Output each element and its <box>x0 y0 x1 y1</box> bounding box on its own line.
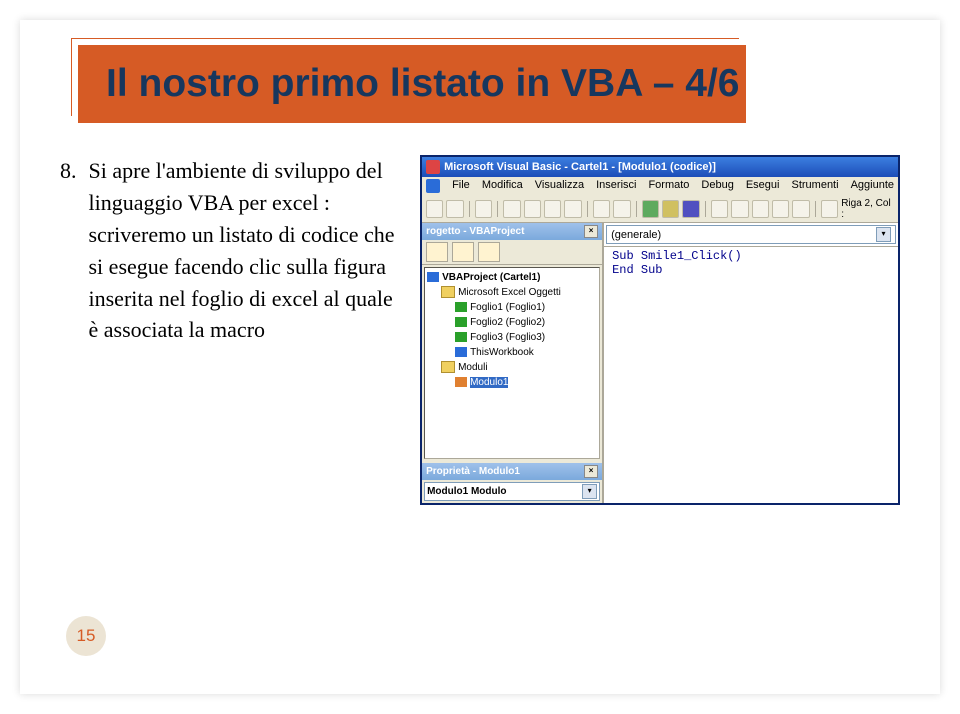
tree-workbook[interactable]: ThisWorkbook <box>470 347 534 358</box>
toggle-folders-btn[interactable] <box>478 242 500 262</box>
vbe-window-title: Microsoft Visual Basic - Cartel1 - [Modu… <box>444 161 716 173</box>
module-icon <box>455 377 467 387</box>
toolbar-separator <box>497 201 498 217</box>
workbook-icon <box>455 347 467 357</box>
tree-root[interactable]: VBAProject (Cartel1) <box>442 272 540 283</box>
menu-addins[interactable]: Aggiunte <box>851 179 894 193</box>
tree-sheet3[interactable]: Foglio3 (Foglio3) <box>470 332 545 343</box>
tree-sheet1[interactable]: Foglio1 (Foglio1) <box>470 302 545 313</box>
toolbar-btn-reset[interactable] <box>682 200 699 218</box>
tree-module1[interactable]: Modulo1 <box>470 377 508 388</box>
chevron-down-icon: ▾ <box>582 484 597 499</box>
toolbar-separator <box>636 201 637 217</box>
toolbar-btn-paste[interactable] <box>544 200 561 218</box>
toolbar-btn-cut[interactable] <box>503 200 520 218</box>
menu-format[interactable]: Formato <box>648 179 689 193</box>
menu-view[interactable]: Visualizza <box>535 179 584 193</box>
vb-icon <box>426 160 440 174</box>
code-editor[interactable]: Sub Smile1_Click() End Sub <box>604 247 898 503</box>
properties-title: Proprietà - Modulo1 <box>426 466 520 477</box>
panel-close-icon[interactable]: × <box>584 465 598 478</box>
panel-close-icon[interactable]: × <box>584 225 598 238</box>
code-object-value: (generale) <box>611 229 661 241</box>
code-line-3: End Sub <box>612 263 890 277</box>
project-explorer-title: rogetto - VBAProject <box>426 226 524 237</box>
toolbar-btn-toolbox[interactable] <box>792 200 809 218</box>
toolbar-separator <box>469 201 470 217</box>
sheet-icon <box>455 332 467 342</box>
toolbar-btn-find[interactable] <box>564 200 581 218</box>
sheet-icon <box>455 302 467 312</box>
vbe-toolbar: Riga 2, Col : <box>422 196 898 223</box>
toolbar-btn-break[interactable] <box>662 200 679 218</box>
vbe-menubar: File Modifica Visualizza Inserisci Forma… <box>422 177 898 196</box>
chevron-down-icon: ▾ <box>876 227 891 242</box>
toolbar-btn-view[interactable] <box>426 200 443 218</box>
code-object-dropdown[interactable]: (generale) ▾ <box>606 225 896 244</box>
menu-run[interactable]: Esegui <box>746 179 780 193</box>
menu-edit[interactable]: Modifica <box>482 179 523 193</box>
toolbar-btn-run[interactable] <box>642 200 659 218</box>
toolbar-btn-redo[interactable] <box>613 200 630 218</box>
sheet-icon <box>455 317 467 327</box>
menu-file[interactable]: File <box>452 179 470 193</box>
toolbar-btn-save[interactable] <box>475 200 492 218</box>
cursor-position: Riga 2, Col : <box>841 198 894 220</box>
toolbar-btn-browser[interactable] <box>772 200 789 218</box>
tree-folder-excel[interactable]: Microsoft Excel Oggetti <box>458 287 561 298</box>
project-tree: VBAProject (Cartel1) Microsoft Excel Ogg… <box>424 267 600 459</box>
slide-title: Il nostro primo listato in VBA – 4/6 <box>106 62 739 106</box>
toolbar-btn-properties[interactable] <box>752 200 769 218</box>
menu-debug[interactable]: Debug <box>701 179 733 193</box>
view-code-btn[interactable] <box>426 242 448 262</box>
slide-body-text: 8. Si apre l'ambiente di sviluppo del li… <box>60 155 420 634</box>
toolbar-btn-insert[interactable] <box>446 200 463 218</box>
toolbar-btn-project[interactable] <box>731 200 748 218</box>
vbe-window: Microsoft Visual Basic - Cartel1 - [Modu… <box>420 155 900 505</box>
toolbar-btn-help[interactable] <box>821 200 838 218</box>
properties-object-dropdown[interactable]: Modulo1 Modulo ▾ <box>424 482 600 501</box>
tree-sheet2[interactable]: Foglio2 (Foglio2) <box>470 317 545 328</box>
bullet-text: Si apre l'ambiente di sviluppo del lingu… <box>89 155 401 346</box>
menu-insert[interactable]: Inserisci <box>596 179 636 193</box>
slide-title-box: Il nostro primo listato in VBA – 4/6 <box>78 45 746 123</box>
folder-icon <box>441 361 455 373</box>
toolbar-btn-design[interactable] <box>711 200 728 218</box>
bullet-number: 8. <box>60 155 77 346</box>
toolbar-btn-undo[interactable] <box>593 200 610 218</box>
toolbar-separator <box>705 201 706 217</box>
toolbar-btn-copy[interactable] <box>524 200 541 218</box>
project-icon <box>427 272 439 282</box>
toolbar-separator <box>815 201 816 217</box>
tree-folder-modules[interactable]: Moduli <box>458 362 487 373</box>
project-explorer-header: rogetto - VBAProject × <box>422 223 602 240</box>
menu-tools[interactable]: Strumenti <box>791 179 838 193</box>
properties-header: Proprietà - Modulo1 × <box>422 463 602 480</box>
properties-object-name: Modulo1 Modulo <box>427 486 506 497</box>
code-line-1: Sub Smile1_Click() <box>612 249 890 263</box>
toolbar-separator <box>587 201 588 217</box>
page-number: 15 <box>66 616 106 656</box>
sysmenu-icon[interactable] <box>426 179 440 193</box>
vbe-titlebar: Microsoft Visual Basic - Cartel1 - [Modu… <box>422 157 898 177</box>
folder-icon <box>441 286 455 298</box>
view-object-btn[interactable] <box>452 242 474 262</box>
